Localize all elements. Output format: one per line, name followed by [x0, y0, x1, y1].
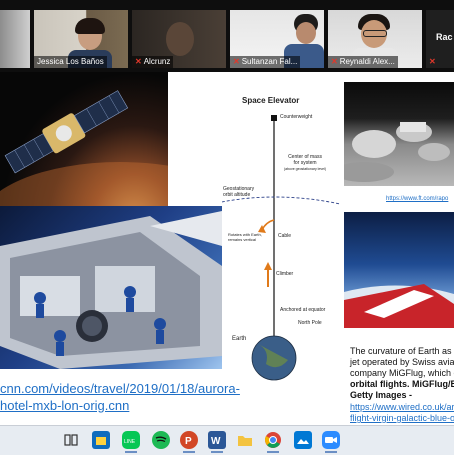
participant-strip: Jessica Los Baños ✕ Alcrunz ✕ Sultanzan Fa…	[0, 0, 454, 72]
space-hotel-illustration	[0, 211, 222, 369]
satellite-illustration	[0, 90, 168, 206]
satellite-image	[0, 72, 168, 206]
participant-tile[interactable]	[0, 10, 30, 68]
participant-name-only: Rac	[436, 32, 453, 42]
label-earth: Earth	[232, 336, 247, 342]
participant-video-hair	[75, 18, 105, 34]
label-anchored: Anchored at equator	[280, 307, 326, 313]
participant-name: ✕	[426, 56, 441, 68]
mic-muted-icon: ✕	[331, 57, 338, 66]
participant-video-face	[296, 22, 316, 44]
zoom-icon[interactable]	[322, 431, 340, 453]
spotify-icon[interactable]	[152, 431, 170, 449]
photos-icon[interactable]	[294, 431, 312, 449]
participant-name: ✕ Sultanzan Fal...	[230, 56, 301, 68]
mic-muted-icon: ✕	[429, 57, 436, 66]
participant-video-glasses	[363, 30, 387, 37]
participant-tile[interactable]: ✕ Reynaldi Alex...	[328, 10, 422, 68]
shared-slide: cnn.com/videos/travel/2019/01/18/aurora-…	[0, 72, 454, 425]
svg-text:P: P	[185, 436, 192, 447]
moon-base-image	[344, 82, 454, 186]
space-hotel-image	[0, 206, 222, 369]
space-elevator-diagram: Space Elevator Counterweight Center of m…	[222, 82, 340, 382]
mic-muted-icon: ✕	[135, 57, 142, 66]
svg-text:LINE: LINE	[124, 439, 136, 445]
jet-caption: The curvature of Earth as s jet operated…	[350, 346, 454, 400]
cnn-video-link[interactable]: cnn.com/videos/travel/2019/01/18/aurora-…	[0, 380, 240, 414]
svg-text:W: W	[211, 436, 221, 447]
link-line[interactable]: cnn.com/videos/travel/2019/01/18/aurora-	[0, 380, 240, 397]
participant-name: ✕ Reynaldi Alex...	[328, 56, 398, 68]
participant-name: Jessica Los Baños	[34, 56, 107, 68]
moon-base-illustration	[344, 122, 450, 182]
store-icon[interactable]	[92, 431, 110, 449]
label-cable: Cable	[278, 233, 292, 239]
task-view-icon[interactable]	[62, 431, 80, 449]
label-geo-orbit: Geostationary orbit altitude	[223, 186, 255, 198]
chrome-icon[interactable]	[264, 431, 282, 453]
participant-tile[interactable]: Rac ✕	[426, 10, 454, 68]
participant-name: ✕ Alcrunz	[132, 56, 174, 68]
link-line[interactable]: hotel-mxb-lon-orig.cnn	[0, 397, 240, 414]
file-explorer-icon[interactable]	[236, 431, 254, 449]
label-north-pole: North Pole	[298, 320, 322, 326]
participant-video-person	[166, 22, 194, 56]
label-climber: Climber	[276, 271, 294, 277]
word-icon[interactable]: W	[208, 431, 226, 453]
ft-link[interactable]: https://www.ft.com/rapo	[386, 196, 448, 202]
jet-illustration	[344, 284, 454, 328]
label-counterweight: Counterweight	[280, 114, 313, 120]
jet-curvature-image	[344, 212, 454, 328]
wired-link[interactable]: https://www.wired.co.uk/art flight-virgi…	[350, 402, 454, 424]
participant-tile[interactable]: ✕ Alcrunz	[132, 10, 226, 68]
participant-tile[interactable]: ✕ Sultanzan Fal...	[230, 10, 324, 68]
powerpoint-icon[interactable]: P	[180, 431, 198, 453]
label-center-of-mass: Center of mass for system (above geostat…	[284, 154, 327, 171]
taskbar: LINE P W	[0, 425, 454, 455]
mic-muted-icon: ✕	[233, 57, 240, 66]
participant-tile[interactable]: Jessica Los Baños	[34, 10, 128, 68]
label-rotates: Rotates with Earth, remains vertical	[228, 232, 262, 242]
line-icon[interactable]: LINE	[122, 431, 140, 453]
